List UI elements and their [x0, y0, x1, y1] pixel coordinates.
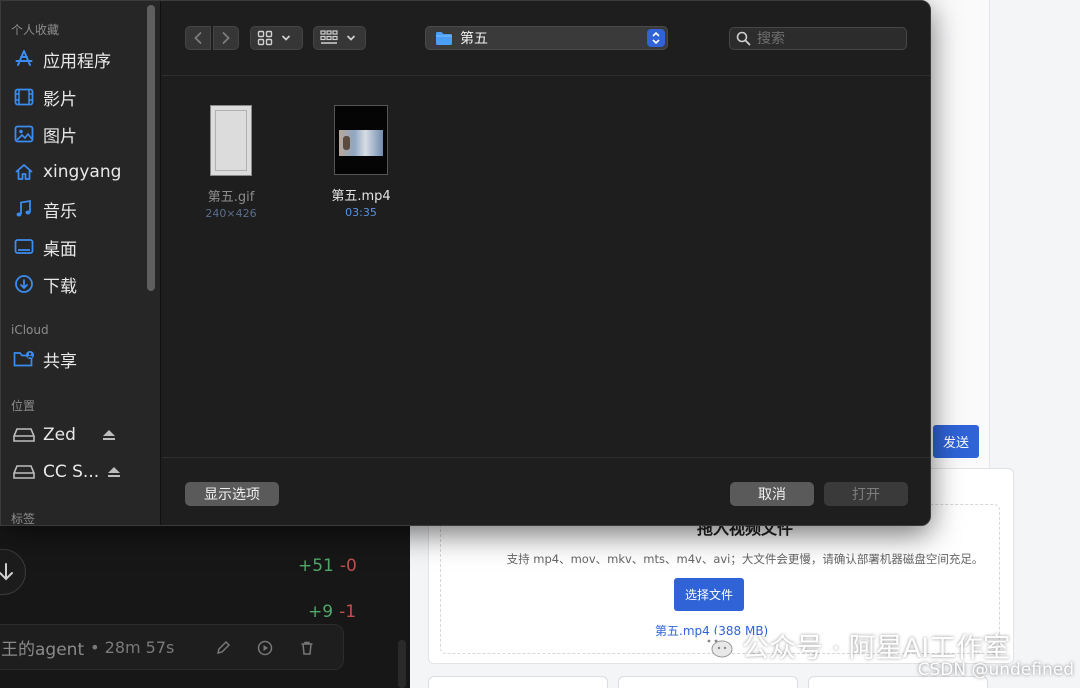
location-popup[interactable]: 第五 [425, 26, 668, 50]
file-meta: 240×426 [205, 207, 257, 220]
back-button[interactable] [185, 26, 211, 50]
view-mode-button[interactable] [250, 26, 303, 50]
sidebar-item-cc-drive[interactable]: CC S... [13, 459, 121, 485]
desktop-icon [13, 236, 35, 258]
wechat-logo-icon [702, 633, 733, 657]
folder-icon [436, 31, 452, 45]
file-item: 第五.gif 240×426 [176, 105, 286, 220]
sidebar-item-applications[interactable]: 应用程序 [13, 46, 111, 72]
drive-icon [13, 424, 35, 446]
diff-deletions: -0 [339, 556, 357, 576]
chevron-down-icon [281, 35, 291, 41]
open-file-dialog: 个人收藏 应用程序 影片 图片 xingyang 音乐 桌面 下载 iCloud… [0, 0, 931, 526]
play-icon[interactable] [255, 638, 275, 658]
bottom-card [618, 676, 798, 688]
dialog-toolbar: 第五 [162, 1, 930, 76]
sidebar-item-music[interactable]: 音乐 [13, 196, 77, 222]
sidebar-item-label: 应用程序 [43, 51, 111, 72]
drop-zone-hint: 支持 mp4、mov、mkv、mts、m4v、avi；大文件会更慢，请确认部署机… [506, 552, 984, 566]
group-mode-button[interactable] [313, 26, 366, 50]
bottom-card [428, 676, 608, 688]
open-button[interactable]: 打开 [824, 482, 908, 506]
movies-icon [13, 86, 35, 108]
chevron-down-icon [346, 35, 356, 41]
sidebar-item-label: 下载 [43, 276, 77, 297]
sidebar-scrollbar[interactable] [147, 5, 155, 291]
chevron-right-icon [222, 32, 230, 44]
dialog-sidebar: 个人收藏 应用程序 影片 图片 xingyang 音乐 桌面 下载 iCloud… [1, 1, 161, 526]
dialog-footer: 显示选项 取消 打开 [162, 457, 930, 525]
edit-icon[interactable] [213, 638, 233, 658]
sidebar-item-label: CC S... [43, 462, 100, 482]
task-title: 王的agent [1, 639, 85, 660]
sidebar-item-movies[interactable]: 影片 [13, 84, 77, 110]
sidebar-section-locations: 位置 [11, 399, 36, 413]
grid-view-icon [257, 30, 273, 46]
stepper-icon [647, 29, 665, 47]
file-name: 第五.mp4 [331, 189, 391, 204]
sidebar-item-label: 图片 [43, 126, 77, 147]
sidebar-item-pictures[interactable]: 图片 [13, 121, 77, 147]
sidebar-section-icloud: iCloud [11, 323, 49, 337]
sidebar-item-label: Zed [43, 425, 76, 445]
choose-file-button[interactable]: 选择文件 [674, 578, 744, 611]
sidebar-item-label: 桌面 [43, 239, 77, 260]
chevron-left-icon [194, 32, 202, 44]
sidebar-item-downloads[interactable]: 下载 [13, 271, 77, 297]
csdn-watermark: CSDN @undefined [917, 660, 1074, 680]
sidebar-section-favorites: 个人收藏 [11, 23, 60, 37]
sidebar-item-label: 共享 [43, 351, 77, 372]
sidebar-item-shared[interactable]: 共享 [13, 346, 77, 372]
diff-stat: +51 -0 [298, 556, 357, 576]
group-icon [320, 30, 338, 44]
music-icon [13, 198, 35, 220]
file-name: 第五.gif [207, 190, 255, 205]
arrow-down-icon [0, 563, 13, 581]
sidebar-item-desktop[interactable]: 桌面 [13, 234, 77, 260]
applications-icon [13, 48, 35, 70]
sidebar-item-label: 影片 [43, 89, 77, 110]
scroll-down-button[interactable] [0, 549, 26, 595]
task-card[interactable]: 王的agent • 28m 57s [0, 624, 344, 670]
video-thumbnail [334, 105, 388, 175]
file-item[interactable]: 第五.mp4 03:35 [306, 105, 416, 219]
diff-additions: +51 [298, 556, 334, 576]
forward-button[interactable] [213, 26, 239, 50]
home-icon [13, 161, 35, 183]
diff-stat: +9 -1 [308, 602, 356, 622]
sidebar-item-label: 音乐 [43, 201, 77, 222]
diff-additions: +9 [308, 602, 334, 622]
downloads-icon [13, 273, 35, 295]
eject-icon[interactable] [102, 426, 116, 445]
trash-icon[interactable] [297, 638, 317, 658]
task-duration: • 28m 57s [90, 637, 175, 657]
file-browser: 第五.gif 240×426 第五.mp4 03:35 [162, 77, 930, 457]
show-options-button[interactable]: 显示选项 [185, 482, 279, 506]
cancel-button[interactable]: 取消 [730, 482, 814, 506]
shared-folder-icon [13, 348, 35, 370]
diff-deletions: -1 [339, 602, 357, 622]
gif-thumbnail [210, 105, 252, 176]
drive-icon [13, 461, 35, 483]
location-label: 第五 [460, 31, 488, 47]
scrollbar[interactable] [398, 640, 406, 688]
search-icon [736, 31, 751, 46]
eject-icon[interactable] [107, 463, 121, 482]
sidebar-item-zed[interactable]: Zed [13, 422, 116, 448]
sidebar-item-label: xingyang [43, 162, 122, 182]
file-meta: 03:35 [345, 206, 377, 219]
search-field[interactable] [729, 27, 907, 50]
sidebar-section-tags: 标签 [11, 512, 36, 526]
pictures-icon [13, 123, 35, 145]
sidebar-item-home[interactable]: xingyang [13, 159, 121, 185]
send-button[interactable]: 发送 [933, 425, 979, 458]
search-input[interactable] [757, 30, 897, 47]
